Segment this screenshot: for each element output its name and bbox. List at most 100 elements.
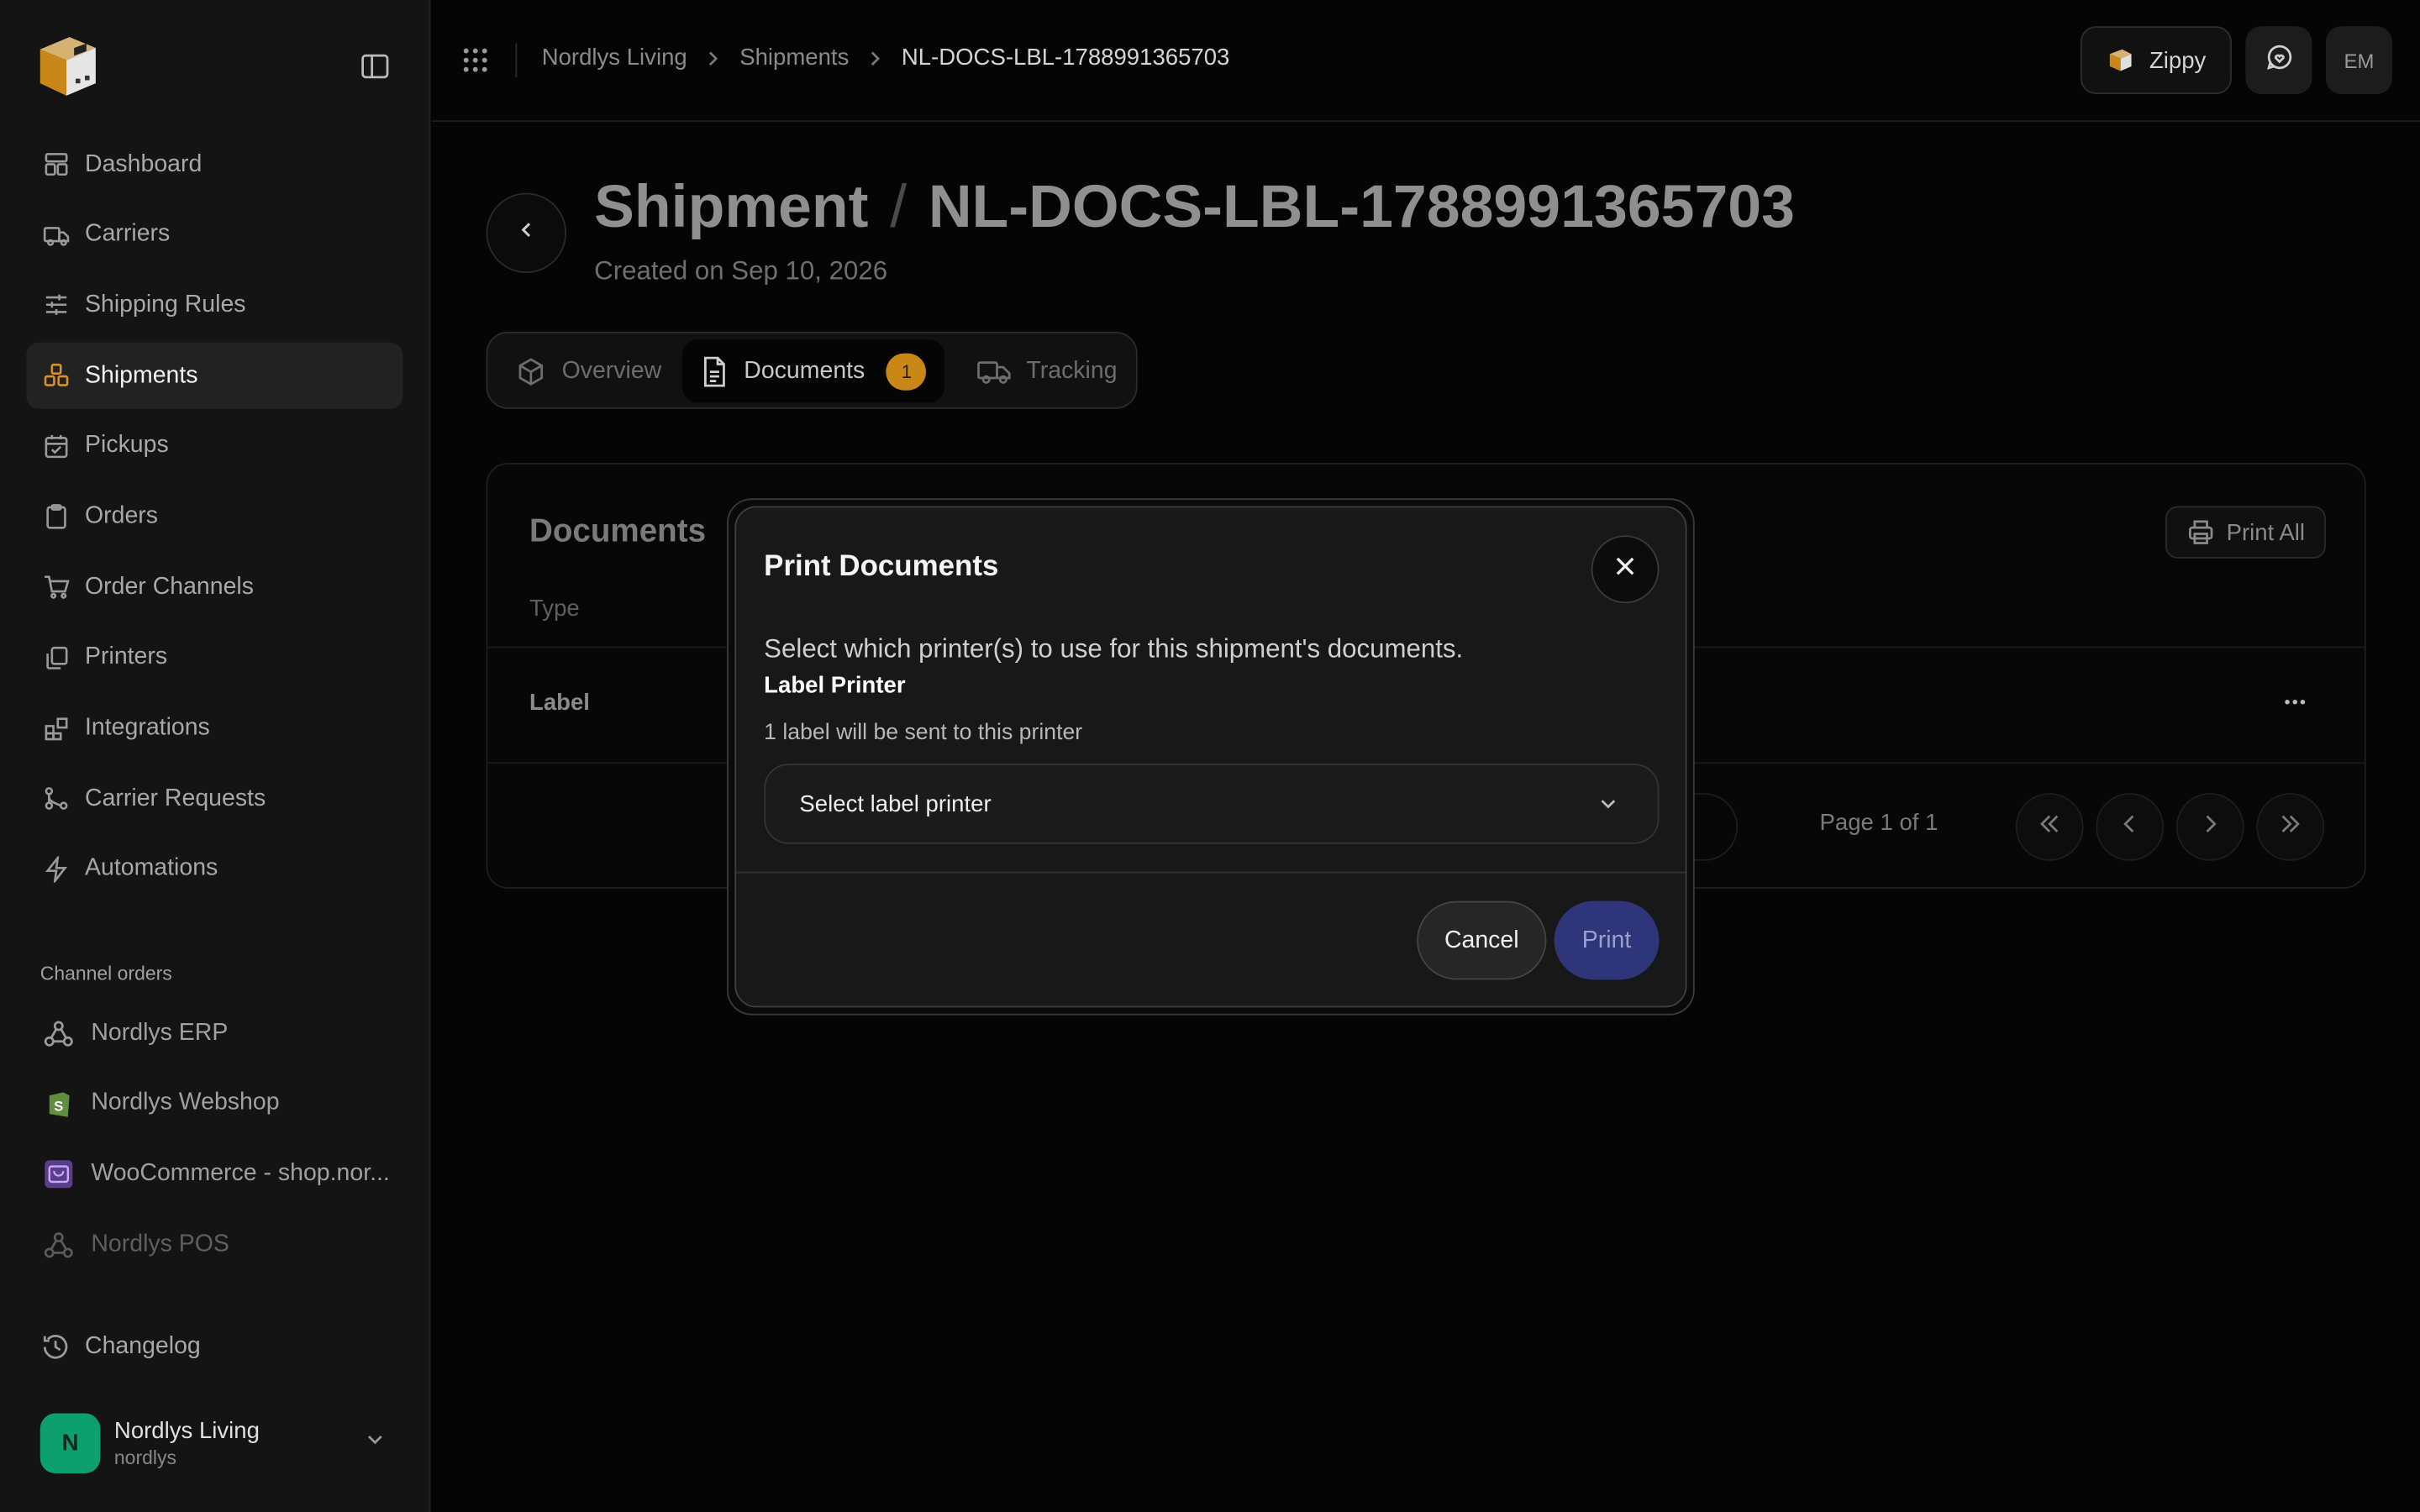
sidebar-nav: Dashboard Carriers Shipping Rules Shipme…	[26, 131, 403, 906]
woocommerce-icon	[42, 1157, 76, 1190]
channel-item-nordlys-pos[interactable]: Nordlys POS	[26, 1211, 402, 1278]
sidebar-item-integrations[interactable]: Integrations	[26, 695, 402, 761]
blocks-icon	[42, 714, 70, 742]
column-header-type: Type	[529, 595, 580, 622]
title-separator: /	[890, 174, 908, 241]
tab-documents[interactable]: Documents 1	[681, 339, 945, 403]
sidebar-item-carriers[interactable]: Carriers	[26, 202, 402, 268]
channel-label: Nordlys ERP	[91, 1019, 229, 1046]
channel-item-nordlys-webshop[interactable]: S Nordlys Webshop	[26, 1070, 402, 1137]
tab-tracking[interactable]: Tracking	[959, 339, 1136, 402]
breadcrumb-item-shipments[interactable]: Shipments	[739, 45, 849, 71]
sidebar-item-order-channels[interactable]: Order Channels	[26, 554, 402, 621]
breadcrumb: Nordlys Living Shipments NL-DOCS-LBL-178…	[542, 45, 1230, 71]
breadcrumb-item-org[interactable]: Nordlys Living	[542, 45, 687, 71]
table-row-type: Label	[529, 690, 590, 717]
chat-button[interactable]	[2245, 26, 2312, 95]
print-all-button[interactable]: Print All	[2165, 506, 2326, 559]
avatar: N	[39, 1412, 101, 1473]
account-name: Nordlys Living	[113, 1417, 260, 1444]
truck-icon	[977, 357, 1011, 385]
label-printer-select[interactable]: Select label printer	[764, 764, 1660, 844]
sidebar-item-automations[interactable]: Automations	[26, 836, 402, 902]
sidebar-item-label: Pickups	[85, 432, 169, 459]
box-logo-icon[interactable]	[28, 28, 105, 105]
truck-icon	[42, 221, 70, 249]
sidebar-item-shipments[interactable]: Shipments	[26, 342, 403, 409]
boxes-icon	[42, 362, 70, 390]
git-branch-icon	[42, 785, 70, 812]
sidebar-item-label: Automations	[85, 855, 218, 882]
sidebar-toggle-icon[interactable]	[358, 51, 392, 82]
print-all-label: Print All	[2226, 519, 2306, 546]
sidebar-item-printers[interactable]: Printers	[26, 625, 402, 691]
channel-item-woocommerce[interactable]: WooCommerce - shop.nor...	[26, 1141, 402, 1207]
webhook-icon	[42, 1016, 76, 1049]
shipment-id: NL-DOCS-LBL-1788991365703	[928, 174, 1795, 241]
zippy-button[interactable]: Zippy	[2080, 26, 2232, 95]
chevron-down-icon	[1596, 791, 1620, 816]
channel-label: Nordlys Webshop	[91, 1089, 280, 1116]
first-page-button[interactable]	[2015, 793, 2084, 861]
history-icon	[42, 1333, 70, 1361]
copy-icon	[42, 643, 70, 671]
sidebar-item-dashboard[interactable]: Dashboard	[26, 131, 402, 197]
zap-icon	[42, 855, 70, 883]
close-button[interactable]	[1591, 535, 1660, 604]
sidebar-item-shipping-rules[interactable]: Shipping Rules	[26, 272, 402, 339]
sidebar-item-label: Order Channels	[85, 573, 254, 600]
zippy-label: Zippy	[2149, 47, 2207, 74]
account-info: Nordlys Living nordlys	[114, 1417, 260, 1468]
sidebar-item-label: Carriers	[85, 220, 171, 248]
shopify-icon: S	[42, 1086, 76, 1120]
sidebar-item-label: Shipping Rules	[85, 291, 246, 318]
file-text-icon	[701, 355, 729, 386]
print-button[interactable]: Print	[1554, 900, 1660, 980]
sidebar-item-label: Dashboard	[85, 150, 203, 177]
sidebar-item-label: Integrations	[85, 714, 210, 741]
top-bar: Nordlys Living Shipments NL-DOCS-LBL-178…	[432, 0, 2420, 123]
chevrons-right-icon	[2278, 812, 2302, 842]
app-root: Dashboard Carriers Shipping Rules Shipme…	[0, 0, 2420, 1512]
tab-label: Documents	[744, 357, 865, 384]
sidebar-item-changelog[interactable]: Changelog	[42, 1333, 201, 1361]
label-printer-label: Label Printer	[764, 672, 906, 700]
account-switcher[interactable]: N Nordlys Living nordlys	[39, 1410, 395, 1475]
last-page-button[interactable]	[2256, 793, 2325, 861]
prev-page-button[interactable]	[2096, 793, 2165, 861]
dashboard-icon	[42, 150, 70, 178]
channel-item-nordlys-erp[interactable]: Nordlys ERP	[26, 1000, 402, 1066]
sidebar-item-pickups[interactable]: Pickups	[26, 413, 402, 480]
select-placeholder: Select label printer	[799, 790, 992, 817]
print-documents-dialog: Print Documents Select which printer(s) …	[734, 506, 1687, 1008]
box-logo-icon	[2107, 46, 2134, 74]
changelog-label: Changelog	[85, 1332, 201, 1360]
message-heart-icon	[2265, 43, 2292, 78]
sliders-icon	[42, 291, 70, 319]
sidebar-item-orders[interactable]: Orders	[26, 484, 402, 550]
divider	[736, 871, 1686, 874]
next-page-button[interactable]	[2175, 793, 2244, 861]
cancel-button[interactable]: Cancel	[1417, 900, 1547, 980]
tab-overview[interactable]: Overview	[497, 339, 680, 402]
sidebar-item-label: Printers	[85, 643, 168, 670]
count-badge: 1	[886, 352, 927, 390]
page-title: Shipment / NL-DOCS-LBL-1788991365703	[594, 175, 1795, 243]
user-avatar-button[interactable]: EM	[2325, 26, 2392, 95]
sidebar-item-carrier-requests[interactable]: Carrier Requests	[26, 765, 402, 832]
tab-label: Overview	[561, 357, 662, 384]
sidebar-item-label: Orders	[85, 502, 159, 529]
breadcrumb-item-current: NL-DOCS-LBL-1788991365703	[901, 45, 1230, 71]
tab-label: Tracking	[1026, 357, 1118, 384]
chevron-left-icon	[517, 218, 535, 248]
label-printer-hint: 1 label will be sent to this printer	[764, 720, 1083, 746]
more-horizontal-icon[interactable]	[2283, 690, 2307, 714]
apps-grid-icon[interactable]	[461, 46, 489, 81]
tab-bar: Overview Documents 1 Tracking	[486, 331, 1138, 409]
channel-list: Nordlys ERP S Nordlys Webshop WooCommerc…	[26, 1000, 402, 1282]
documents-title: Documents	[529, 513, 707, 549]
close-icon	[1612, 553, 1637, 585]
printer-icon	[2186, 518, 2214, 546]
sidebar-item-label: Shipments	[85, 361, 198, 389]
back-button[interactable]	[486, 192, 567, 274]
